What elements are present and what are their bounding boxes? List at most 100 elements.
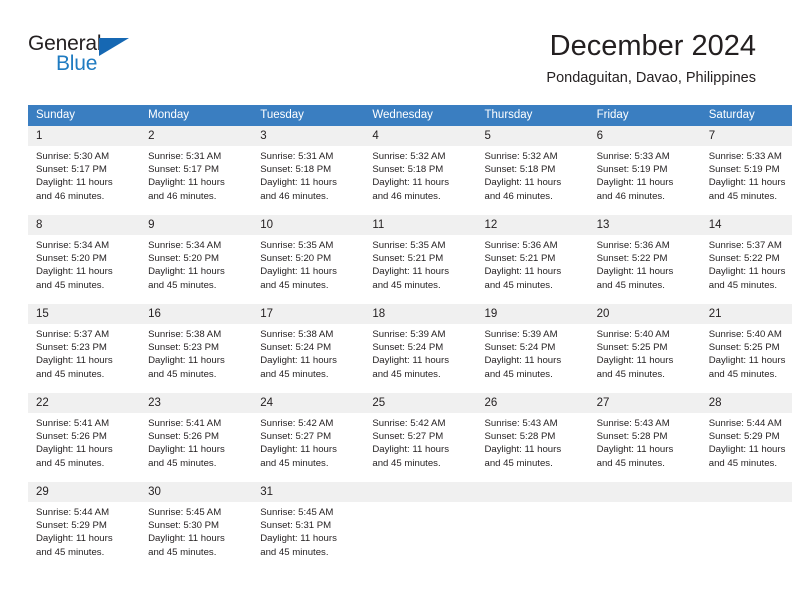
sunset-text: Sunset: 5:27 PM [260, 431, 332, 443]
sunset-text: Sunset: 5:25 PM [596, 342, 668, 354]
sunrise-text: Sunrise: 5:39 AM [372, 329, 446, 340]
daylight-text-line2: and 45 minutes. [372, 457, 441, 469]
calendar-day-cell[interactable]: 17 Sunrise: 5:38 AM Sunset: 5:24 PM Dayligh… [252, 304, 365, 393]
day-number [700, 482, 792, 502]
calendar-day-cell[interactable]: 26 Sunrise: 5:43 AM Sunset: 5:28 PM Dayligh… [476, 393, 589, 482]
day-number: 4 [364, 126, 477, 146]
daylight-text-line2: and 45 minutes. [148, 546, 217, 558]
calendar-day-cell[interactable]: 21 Sunrise: 5:40 AM Sunset: 5:25 PM Dayligh… [700, 304, 792, 393]
daylight-text-line1: Daylight: 11 hours [372, 355, 449, 367]
day-number: 28 [700, 393, 792, 413]
daylight-text-line2: and 46 minutes. [36, 190, 105, 202]
daylight-text-line2: and 45 minutes. [596, 279, 665, 291]
calendar-day-cell[interactable]: 10 Sunrise: 5:35 AM Sunset: 5:20 PM Dayligh… [252, 215, 365, 304]
sunrise-text: Sunrise: 5:30 AM [36, 151, 110, 162]
daylight-text-line1: Daylight: 11 hours [260, 533, 337, 545]
calendar-day-cell[interactable]: 5 Sunrise: 5:32 AM Sunset: 5:18 PM Daylight… [476, 126, 589, 215]
calendar-day-cell[interactable]: 20 Sunrise: 5:40 AM Sunset: 5:25 PM Dayligh… [588, 304, 701, 393]
day-details: Sunrise: 5:37 AM Sunset: 5:22 PM Daylight:… [701, 235, 792, 292]
sunrise-text: Sunrise: 5:38 AM [260, 329, 334, 340]
daylight-text-line2: and 45 minutes. [484, 457, 553, 469]
sunset-text: Sunset: 5:23 PM [36, 342, 107, 354]
calendar-day-cell[interactable]: 9 Sunrise: 5:34 AM Sunset: 5:20 PM Daylight… [140, 215, 253, 304]
calendar-day-cell[interactable]: 18 Sunrise: 5:39 AM Sunset: 5:24 PM Dayligh… [364, 304, 477, 393]
calendar-day-cell[interactable]: 6 Sunrise: 5:33 AM Sunset: 5:19 PM Daylight… [588, 126, 701, 215]
daylight-text-line2: and 45 minutes. [260, 279, 329, 291]
day-number: 25 [364, 393, 477, 413]
day-number: 29 [28, 482, 141, 502]
daylight-text-line1: Daylight: 11 hours [36, 355, 113, 367]
daylight-text-line1: Daylight: 11 hours [36, 177, 113, 189]
calendar-day-cell[interactable]: 24 Sunrise: 5:42 AM Sunset: 5:27 PM Dayligh… [252, 393, 365, 482]
daylight-text-line2: and 45 minutes. [36, 368, 105, 380]
calendar-day-cell[interactable]: 15 Sunrise: 5:37 AM Sunset: 5:23 PM Dayligh… [28, 304, 141, 393]
calendar-day-cell[interactable]: 16 Sunrise: 5:38 AM Sunset: 5:23 PM Dayligh… [140, 304, 253, 393]
day-details: Sunrise: 5:40 AM Sunset: 5:25 PM Daylight:… [589, 324, 701, 381]
daylight-text-line1: Daylight: 11 hours [484, 266, 562, 278]
sunrise-text: Sunrise: 5:36 AM [484, 240, 558, 251]
calendar-empty-cell [476, 482, 589, 571]
daylight-text-line1: Daylight: 11 hours [260, 444, 337, 456]
calendar-day-cell[interactable]: 30 Sunrise: 5:45 AM Sunset: 5:30 PM Dayligh… [140, 482, 253, 571]
calendar-day-cell[interactable]: 8 Sunrise: 5:34 AM Sunset: 5:20 PM Daylight… [28, 215, 141, 304]
day-details: Sunrise: 5:36 AM Sunset: 5:22 PM Daylight:… [589, 235, 701, 292]
day-details: Sunrise: 5:43 AM Sunset: 5:28 PM Daylight:… [477, 413, 589, 470]
day-details: Sunrise: 5:31 AM Sunset: 5:18 PM Daylight:… [252, 146, 364, 203]
calendar-day-cell[interactable]: 19 Sunrise: 5:39 AM Sunset: 5:24 PM Dayligh… [476, 304, 589, 393]
calendar-day-cell[interactable]: 25 Sunrise: 5:42 AM Sunset: 5:27 PM Dayligh… [364, 393, 477, 482]
sunset-text: Sunset: 5:18 PM [260, 164, 332, 176]
daylight-text-line1: Daylight: 11 hours [372, 266, 449, 278]
daylight-text-line1: Daylight: 11 hours [148, 533, 225, 545]
calendar-day-cell[interactable]: 13 Sunrise: 5:36 AM Sunset: 5:22 PM Dayligh… [588, 215, 701, 304]
daylight-text-line2: and 45 minutes. [708, 190, 778, 202]
calendar-day-cell[interactable]: 22 Sunrise: 5:41 AM Sunset: 5:26 PM Dayligh… [28, 393, 141, 482]
sunset-text: Sunset: 5:27 PM [372, 431, 444, 443]
day-details: Sunrise: 5:34 AM Sunset: 5:20 PM Daylight:… [140, 235, 252, 292]
daylight-text-line1: Daylight: 11 hours [708, 177, 786, 189]
calendar-table: Sunday Monday Tuesday Wednesday Thursday… [28, 105, 792, 571]
calendar-day-cell[interactable]: 11 Sunrise: 5:35 AM Sunset: 5:21 PM Dayligh… [364, 215, 477, 304]
sunset-text: Sunset: 5:31 PM [260, 520, 332, 532]
calendar-day-cell[interactable]: 14 Sunrise: 5:37 AM Sunset: 5:22 PM Dayligh… [700, 215, 792, 304]
day-number: 12 [476, 215, 589, 235]
sunset-text: Sunset: 5:25 PM [708, 342, 780, 354]
sunrise-text: Sunrise: 5:44 AM [36, 507, 110, 518]
calendar-day-cell[interactable]: 28 Sunrise: 5:44 AM Sunset: 5:29 PM Dayligh… [700, 393, 792, 482]
day-number: 27 [588, 393, 701, 413]
daylight-text-line1: Daylight: 11 hours [708, 355, 786, 367]
calendar-day-cell[interactable]: 29 Sunrise: 5:44 AM Sunset: 5:29 PM Dayligh… [28, 482, 141, 571]
daylight-text-line2: and 46 minutes. [484, 190, 553, 202]
calendar-week-row: 15 Sunrise: 5:37 AM Sunset: 5:23 PM Dayligh… [28, 304, 792, 393]
day-number: 31 [252, 482, 365, 502]
calendar-day-cell[interactable]: 31 Sunrise: 5:45 AM Sunset: 5:31 PM Dayligh… [252, 482, 365, 571]
day-details: Sunrise: 5:36 AM Sunset: 5:21 PM Daylight:… [477, 235, 589, 292]
page-title: December 2024 [549, 30, 756, 62]
day-number: 13 [588, 215, 701, 235]
daylight-text-line2: and 45 minutes. [708, 368, 778, 380]
calendar-day-cell[interactable]: 7 Sunrise: 5:33 AM Sunset: 5:19 PM Daylight… [700, 126, 792, 215]
calendar-day-cell[interactable]: 2 Sunrise: 5:31 AM Sunset: 5:17 PM Daylight… [140, 126, 253, 215]
calendar-day-cell[interactable]: 12 Sunrise: 5:36 AM Sunset: 5:21 PM Dayligh… [476, 215, 589, 304]
calendar-day-cell[interactable]: 1 Sunrise: 5:30 AM Sunset: 5:17 PM Daylight… [28, 126, 141, 215]
sunrise-text: Sunrise: 5:44 AM [708, 418, 782, 429]
sunset-text: Sunset: 5:23 PM [148, 342, 220, 354]
day-number [364, 482, 477, 502]
daylight-text-line2: and 45 minutes. [372, 279, 441, 291]
sunset-text: Sunset: 5:30 PM [148, 520, 220, 532]
calendar-empty-cell [588, 482, 701, 571]
sunrise-text: Sunrise: 5:32 AM [372, 151, 446, 162]
calendar-header-row: Sunday Monday Tuesday Wednesday Thursday… [28, 105, 792, 126]
day-number: 6 [588, 126, 701, 146]
daylight-text-line2: and 45 minutes. [596, 457, 665, 469]
day-number: 7 [700, 126, 792, 146]
daylight-text-line2: and 45 minutes. [36, 279, 105, 291]
day-details: Sunrise: 5:45 AM Sunset: 5:30 PM Daylight:… [140, 502, 252, 559]
day-details: Sunrise: 5:35 AM Sunset: 5:21 PM Daylight:… [364, 235, 476, 292]
calendar-day-cell[interactable]: 23 Sunrise: 5:41 AM Sunset: 5:26 PM Dayligh… [140, 393, 253, 482]
sunrise-text: Sunrise: 5:39 AM [484, 329, 558, 340]
calendar-day-cell[interactable]: 4 Sunrise: 5:32 AM Sunset: 5:18 PM Daylight… [364, 126, 477, 215]
sunrise-text: Sunrise: 5:43 AM [484, 418, 558, 429]
daylight-text-line1: Daylight: 11 hours [260, 266, 337, 278]
calendar-day-cell[interactable]: 3 Sunrise: 5:31 AM Sunset: 5:18 PM Daylight… [252, 126, 365, 215]
calendar-day-cell[interactable]: 27 Sunrise: 5:43 AM Sunset: 5:28 PM Dayligh… [588, 393, 701, 482]
